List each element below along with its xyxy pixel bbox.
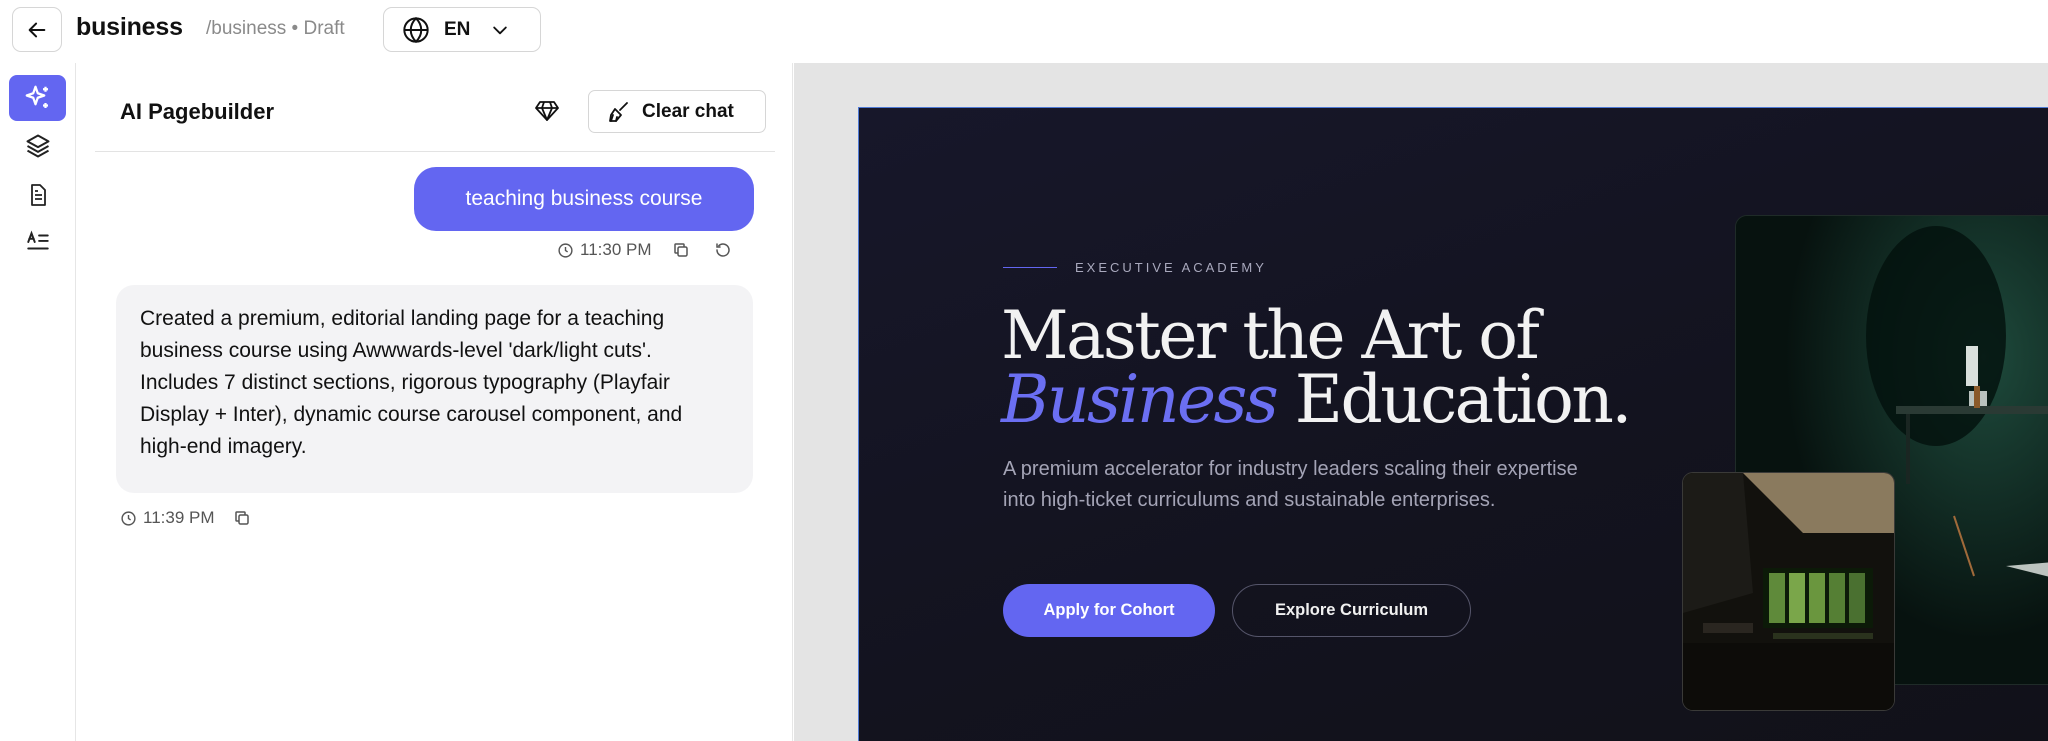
assistant-message: Created a premium, editorial landing pag… [116,285,753,493]
clear-chat-label: Clear chat [642,100,734,122]
language-select[interactable]: EN [383,7,541,52]
assistant-message-meta: 11:39 PM [120,506,251,530]
user-message: teaching business course [414,167,754,231]
rail-item-ai-builder[interactable] [9,75,66,121]
headline-rest: Education. [1276,361,1633,438]
hero-section[interactable]: EXECUTIVE ACADEMY Master the Art of Busi… [858,107,2048,741]
text-align-icon [26,230,49,250]
top-bar: business /business • Draft EN [0,0,2048,63]
sparkles-icon [25,85,48,108]
rail-item-typography[interactable] [9,219,66,265]
hero-kicker: EXECUTIVE ACADEMY [1003,260,1267,275]
globe-icon [403,16,429,43]
copy-icon[interactable] [233,509,251,527]
broom-icon [609,101,628,122]
apply-cohort-button[interactable]: Apply for Cohort [1003,584,1215,637]
copy-icon[interactable] [672,241,690,259]
document-icon [30,184,46,206]
left-rail [0,63,76,741]
explore-curriculum-button[interactable]: Explore Curriculum [1232,584,1471,637]
rail-item-layers[interactable] [9,123,66,169]
chat-header: AI Pagebuilder Clear chat [95,63,775,152]
hero-subtitle: A premium accelerator for industry leade… [1003,458,1578,511]
headline-accent: Business [1001,361,1279,438]
user-message-meta: 11:30 PM [557,238,732,262]
hero-photo-hallway [1682,472,1895,711]
preview-canvas: EXECUTIVE ACADEMY Master the Art of Busi… [794,63,2048,741]
chevron-down-icon [493,26,508,34]
retry-icon[interactable] [714,241,732,259]
chat-title: AI Pagebuilder [120,99,275,124]
page-path: /business • Draft [206,18,345,39]
clock-icon [120,510,137,527]
page-title: business [76,13,183,41]
back-button[interactable] [12,7,62,52]
language-label: EN [444,18,471,40]
rail-item-pages[interactable] [9,172,66,218]
arrow-left-icon [28,22,46,37]
assistant-message-text: Created a premium, editorial landing pag… [140,307,683,458]
layers-icon [26,134,49,158]
hero-headline: Master the Art of Business Education. [1001,303,1632,433]
message-time: 11:39 PM [143,508,215,527]
user-message-text: teaching business course [465,187,703,210]
clock-icon [557,242,574,259]
diamond-icon[interactable] [534,99,560,123]
message-time: 11:30 PM [580,240,652,259]
chat-panel: AI Pagebuilder Clear chat teaching busin… [77,63,793,741]
kicker-text: EXECUTIVE ACADEMY [1075,260,1267,275]
clear-chat-button[interactable]: Clear chat [588,90,766,133]
kicker-line [1003,266,1057,269]
